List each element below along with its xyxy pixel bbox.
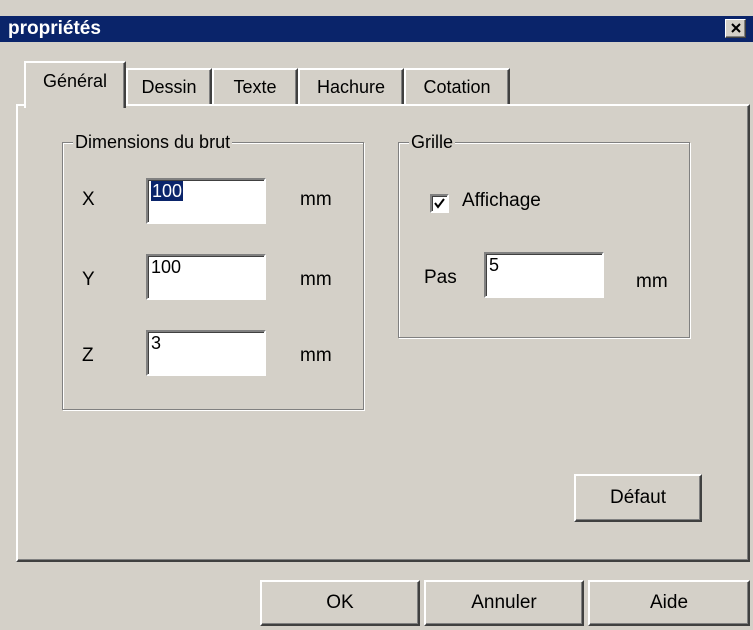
default-button[interactable]: Défaut: [574, 474, 702, 522]
title-bar: propriétés: [0, 16, 753, 42]
cancel-button-label: Annuler: [471, 592, 537, 613]
default-button-label: Défaut: [610, 487, 666, 508]
tab-dessin[interactable]: Dessin: [126, 68, 212, 106]
dimension-x-label: X: [82, 189, 95, 210]
dimension-x-input[interactable]: 100: [146, 178, 266, 224]
dimension-y-input[interactable]: 100: [146, 254, 266, 300]
tab-texte-label: Texte: [233, 77, 277, 97]
display-grid-label: Affichage: [462, 190, 541, 211]
cancel-button[interactable]: Annuler: [424, 580, 584, 626]
ok-button[interactable]: OK: [260, 580, 420, 626]
properties-dialog: propriétés Général Dessin Texte Hachure …: [0, 0, 753, 630]
dimensions-legend: Dimensions du brut: [73, 130, 233, 154]
dimension-x-unit: mm: [300, 189, 332, 210]
help-button-label: Aide: [649, 592, 689, 613]
grid-groupbox: Grille: [398, 130, 690, 338]
tab-cotation-label: Cotation: [423, 77, 491, 97]
dimension-z-label: Z: [82, 345, 94, 366]
grid-step-value: 5: [489, 255, 500, 275]
tab-hachure-label: Hachure: [316, 77, 386, 97]
grid-step-label: Pas: [424, 267, 457, 288]
tab-general-label: Général: [42, 71, 108, 91]
checkmark-icon: [434, 198, 445, 209]
dimension-y-value: 100: [151, 257, 182, 277]
dimension-z-unit: mm: [300, 345, 332, 366]
grid-step-input[interactable]: 5: [484, 252, 604, 298]
dimension-y-unit: mm: [300, 269, 332, 290]
dimension-z-value: 3: [151, 333, 162, 353]
general-tab-panel: Dimensions du brut X 100 mm Y 100 mm Z 3…: [16, 104, 750, 562]
ok-button-label: OK: [326, 592, 354, 613]
dimension-y-label: Y: [82, 269, 95, 290]
tab-general[interactable]: Général: [24, 61, 126, 108]
close-x-icon: [731, 23, 741, 33]
dialog-title: propriétés: [8, 18, 101, 39]
tab-hachure[interactable]: Hachure: [298, 68, 404, 106]
tab-cotation[interactable]: Cotation: [404, 68, 510, 106]
close-button[interactable]: [725, 19, 746, 38]
display-grid-checkbox[interactable]: [430, 194, 449, 213]
grid-step-unit: mm: [636, 271, 668, 292]
tab-texte[interactable]: Texte: [212, 68, 298, 106]
tab-dessin-label: Dessin: [141, 77, 197, 97]
grid-legend: Grille: [409, 130, 456, 154]
help-button[interactable]: Aide: [588, 580, 750, 626]
dimension-x-value: 100: [151, 181, 184, 201]
dimension-z-input[interactable]: 3: [146, 330, 266, 376]
